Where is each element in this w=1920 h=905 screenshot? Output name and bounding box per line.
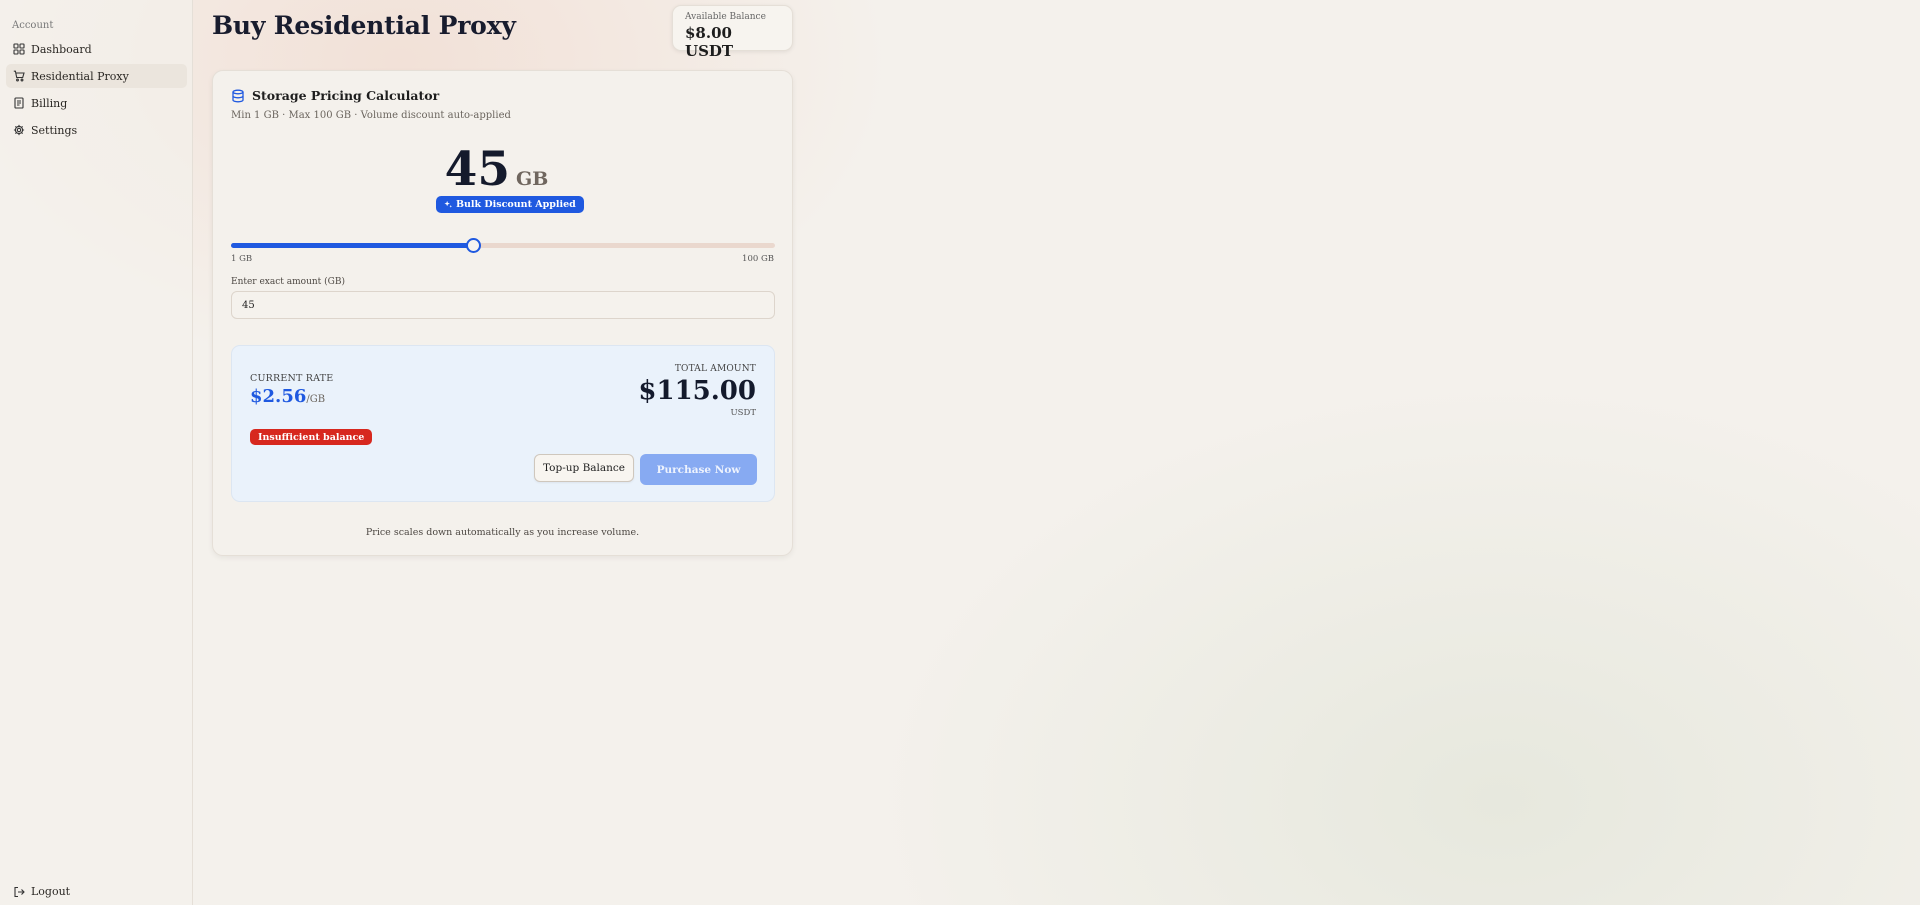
amount-display: 45 GB (207, 146, 786, 193)
balance-label: Available Balance (685, 12, 766, 22)
sparkle-icon (444, 200, 453, 208)
pricing-calculator-card: Storage Pricing Calculator Min 1 GB · Ma… (212, 70, 793, 556)
gear-icon (13, 124, 25, 136)
slider-fill (231, 243, 473, 248)
sidebar-section-label: Account (12, 20, 54, 31)
database-icon (232, 89, 244, 102)
grid-icon (13, 43, 25, 55)
logout-button[interactable]: Logout (13, 885, 70, 898)
discount-badge: Bulk Discount Applied (436, 196, 584, 213)
card-subtitle: Min 1 GB · Max 100 GB · Volume discount … (231, 110, 511, 121)
amount-unit: GB (516, 168, 549, 190)
sidebar-item-label: Dashboard (31, 42, 92, 56)
pricing-footnote: Price scales down automatically as you i… (365, 527, 640, 538)
total-label: TOTAL AMOUNT (674, 364, 756, 374)
purchase-now-button[interactable]: Purchase Now (640, 454, 757, 485)
sidebar-item-label: Settings (31, 123, 78, 137)
sidebar-item-dashboard[interactable]: Dashboard (6, 37, 187, 61)
logout-icon (14, 886, 25, 897)
rate-value: $2.56 (250, 386, 307, 407)
page-title: Buy Residential Proxy (212, 11, 516, 40)
slider-max-label: 100 GB (742, 254, 774, 264)
amount-slider[interactable] (231, 238, 775, 253)
total-unit: USDT (730, 408, 756, 418)
slider-min-label: 1 GB (231, 254, 253, 264)
card-header: Storage Pricing Calculator (231, 88, 439, 103)
balance-card: Available Balance $8.00 USDT (672, 5, 793, 60)
receipt-icon (14, 97, 24, 109)
discount-badge-label: Bulk Discount Applied (456, 199, 576, 210)
rate-label: CURRENT RATE (250, 373, 334, 384)
sidebar: Account Dashboard Residential Proxy Bill… (0, 0, 193, 905)
topup-balance-button[interactable]: Top-up Balance (534, 454, 634, 482)
price-summary: CURRENT RATE $2.56 /GB TOTAL AMOUNT $115… (231, 345, 775, 502)
amount-input-label: Enter exact amount (GB) (231, 277, 345, 287)
slider-thumb[interactable] (465, 238, 481, 253)
sidebar-item-residential-proxy[interactable]: Residential Proxy (6, 64, 187, 88)
sidebar-item-billing[interactable]: Billing (6, 91, 187, 115)
rate-display: $2.56 /GB (250, 386, 325, 407)
cart-icon (13, 70, 25, 82)
balance-value: $8.00 USDT (685, 24, 734, 60)
card-title: Storage Pricing Calculator (252, 88, 440, 103)
total-value: $115.00 (638, 376, 756, 406)
amount-input[interactable] (231, 291, 775, 319)
logout-label: Logout (31, 885, 71, 898)
amount-value: 45 (444, 142, 511, 197)
sidebar-item-settings[interactable]: Settings (6, 118, 187, 142)
sidebar-item-label: Billing (31, 96, 68, 110)
rate-unit: /GB (306, 394, 326, 405)
insufficient-balance-badge: Insufficient balance (250, 429, 373, 445)
sidebar-nav: Dashboard Residential Proxy Billing Sett… (6, 37, 187, 145)
sidebar-item-label: Residential Proxy (31, 69, 129, 83)
